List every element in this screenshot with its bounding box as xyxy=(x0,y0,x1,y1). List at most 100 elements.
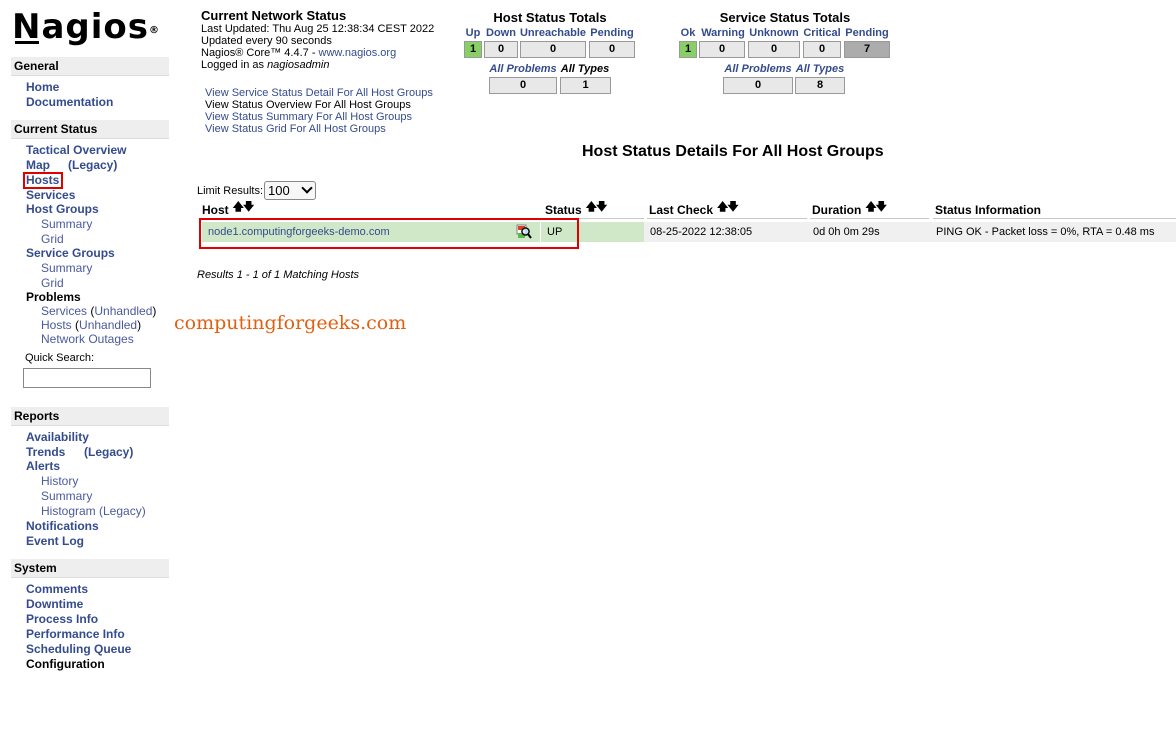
service-label-critical[interactable]: Critical xyxy=(801,27,843,39)
service-all-problems-count[interactable]: 0 xyxy=(723,77,793,94)
table-row-last-check-cell: 08-25-2022 12:38:05 xyxy=(644,222,807,242)
section-system: System xyxy=(11,559,169,578)
sort-arrows-icon[interactable]: 🡅🡇 xyxy=(865,199,887,216)
nav-network-outages[interactable]: Network Outages xyxy=(41,332,134,346)
host-count-pending[interactable]: 0 xyxy=(589,41,635,58)
limit-results-value: 100 xyxy=(268,183,290,198)
nav-problem-services[interactable]: Services xyxy=(41,304,87,318)
host-label-unreachable[interactable]: Unreachable xyxy=(519,27,587,39)
nav-hostgroups-grid[interactable]: Grid xyxy=(41,232,64,246)
network-status-panel: Current Network Status Last Updated: Thu… xyxy=(201,8,435,71)
nav-trends-legacy[interactable]: (Legacy) xyxy=(84,445,133,459)
service-all-types-label[interactable]: All Types xyxy=(795,63,845,75)
nav-service-groups[interactable]: Service Groups xyxy=(26,246,115,260)
logged-in-text: Logged in as xyxy=(201,59,268,71)
nav-map-legacy[interactable]: (Legacy) xyxy=(68,158,117,172)
nav-alerts-summary[interactable]: Summary xyxy=(41,489,92,503)
hosts-highlight-box xyxy=(23,172,63,189)
nagios-logo[interactable]: Nagios® xyxy=(12,8,160,46)
service-all-problems-label[interactable]: All Problems xyxy=(722,63,794,75)
service-count-warning[interactable]: 0 xyxy=(699,41,745,58)
host-all-types-label[interactable]: All Types xyxy=(560,63,610,75)
sort-arrows-icon[interactable]: 🡅🡇 xyxy=(717,199,739,216)
section-reports: Reports xyxy=(11,407,169,426)
nav-availability[interactable]: Availability xyxy=(26,430,89,444)
host-count-down[interactable]: 0 xyxy=(484,41,518,58)
nav-notifications[interactable]: Notifications xyxy=(26,519,99,533)
page-title: Host Status Details For All Host Groups xyxy=(582,143,884,160)
section-general: General xyxy=(11,57,169,76)
nav-performance-info[interactable]: Performance Info xyxy=(26,627,125,641)
nav-event-log[interactable]: Event Log xyxy=(26,534,84,548)
host-count-unreachable[interactable]: 0 xyxy=(520,41,586,58)
view-status-grid-link[interactable]: View Status Grid For All Host Groups xyxy=(205,123,433,135)
chevron-down-icon xyxy=(301,182,313,194)
logged-in-user: nagiosadmin xyxy=(267,59,330,71)
nav-scheduling-queue[interactable]: Scheduling Queue xyxy=(26,642,131,656)
nav-alerts[interactable]: Alerts xyxy=(26,459,60,473)
nav-problem-hosts-unhandled[interactable]: Unhandled xyxy=(79,318,137,332)
nav-documentation[interactable]: Documentation xyxy=(26,95,113,109)
host-label-down[interactable]: Down xyxy=(484,27,518,39)
limit-results-select[interactable]: 100 xyxy=(264,181,316,200)
host-all-problems-count[interactable]: 0 xyxy=(489,77,557,94)
quick-search-input[interactable] xyxy=(23,368,151,388)
nav-process-info[interactable]: Process Info xyxy=(26,612,98,626)
service-totals-title: Service Status Totals xyxy=(719,10,851,25)
host-all-problems-label[interactable]: All Problems xyxy=(488,63,558,75)
service-count-pending[interactable]: 7 xyxy=(844,41,890,58)
nav-alerts-histogram[interactable]: Histogram (Legacy) xyxy=(41,504,146,518)
service-count-unknown[interactable]: 0 xyxy=(748,41,800,58)
nav-trends[interactable]: Trends xyxy=(26,445,65,459)
nav-host-groups[interactable]: Host Groups xyxy=(26,202,99,216)
quick-search-label: Quick Search: xyxy=(25,352,95,364)
nav-servicegroups-summary[interactable]: Summary xyxy=(41,261,92,275)
section-current-status: Current Status xyxy=(11,120,169,139)
host-label-pending[interactable]: Pending xyxy=(588,27,636,39)
logo-registered-mark: ® xyxy=(149,25,160,36)
nav-problem-hosts[interactable]: Hosts xyxy=(41,318,72,332)
service-count-ok[interactable]: 1 xyxy=(679,41,697,58)
service-label-unknown[interactable]: Unknown xyxy=(748,27,800,39)
nav-map[interactable]: Map xyxy=(26,158,50,172)
host-count-up[interactable]: 1 xyxy=(464,41,482,58)
column-header-duration: Duration 🡅🡇 xyxy=(810,199,929,219)
update-interval: Updated every 90 seconds xyxy=(201,35,332,47)
nav-hostgroups-summary[interactable]: Summary xyxy=(41,217,92,231)
version-text: Nagios® Core™ 4.4.7 - xyxy=(201,47,319,59)
column-host-label: Host xyxy=(202,203,229,217)
nav-problem-services-unhandled[interactable]: Unhandled xyxy=(94,304,152,318)
nav-home[interactable]: Home xyxy=(26,80,59,94)
column-status-label: Status xyxy=(545,203,582,217)
service-label-warning[interactable]: Warning xyxy=(699,27,747,39)
service-count-critical[interactable]: 0 xyxy=(803,41,841,58)
nav-comments[interactable]: Comments xyxy=(26,582,88,596)
host-all-types-count[interactable]: 1 xyxy=(560,77,611,94)
nav-tactical-overview[interactable]: Tactical Overview xyxy=(26,143,127,157)
table-row-duration-cell: 0d 0h 0m 29s xyxy=(807,222,930,242)
network-status-title: Current Network Status xyxy=(201,8,347,23)
column-header-status-information: Status Information xyxy=(933,202,1176,219)
nav-alerts-history[interactable]: History xyxy=(41,474,78,488)
host-label-up[interactable]: Up xyxy=(463,27,483,39)
column-duration-label: Duration xyxy=(812,203,862,217)
service-all-types-count[interactable]: 8 xyxy=(795,77,845,94)
column-last-check-label: Last Check xyxy=(649,203,714,217)
nav-servicegroups-grid[interactable]: Grid xyxy=(41,276,64,290)
nagios-org-link[interactable]: www.nagios.org xyxy=(319,47,397,59)
view-service-detail-link[interactable]: View Service Status Detail For All Host … xyxy=(205,87,433,99)
column-status-info-label: Status Information xyxy=(935,203,1042,217)
service-label-pending[interactable]: Pending xyxy=(844,27,890,39)
sort-arrows-icon[interactable]: 🡅🡇 xyxy=(233,199,255,216)
service-label-ok[interactable]: Ok xyxy=(677,27,699,39)
nav-configuration[interactable]: Configuration xyxy=(26,657,105,671)
nav-downtime[interactable]: Downtime xyxy=(26,597,83,611)
sort-arrows-icon[interactable]: 🡅🡇 xyxy=(586,199,608,216)
nav-services[interactable]: Services xyxy=(26,188,75,202)
view-status-overview-link[interactable]: View Status Overview For All Host Groups xyxy=(205,99,433,111)
sidebar: Nagios® General Home Documentation Curre… xyxy=(0,0,175,732)
column-header-last-check: Last Check 🡅🡇 xyxy=(647,199,807,219)
view-status-summary-link[interactable]: View Status Summary For All Host Groups xyxy=(205,111,433,123)
last-updated: Last Updated: Thu Aug 25 12:38:34 CEST 2… xyxy=(201,23,435,35)
results-count: Results 1 - 1 of 1 Matching Hosts xyxy=(197,269,360,281)
